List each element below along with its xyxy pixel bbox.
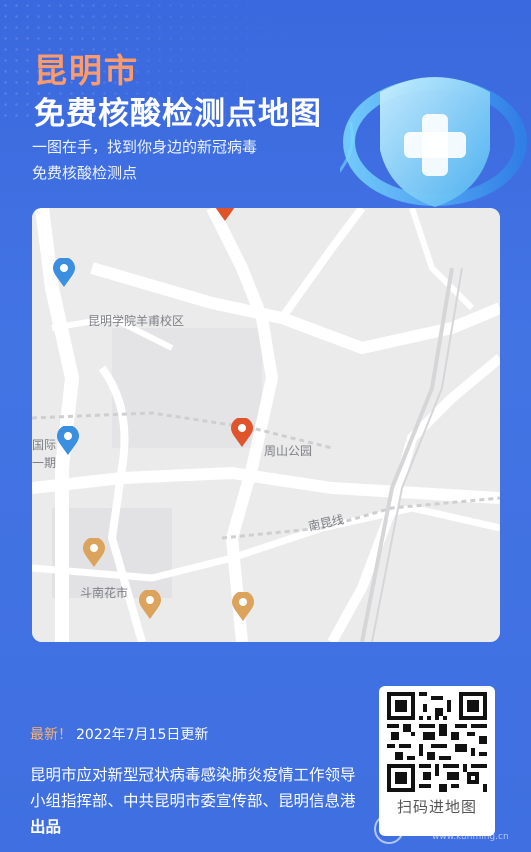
watermark-logo-icon: [374, 814, 404, 844]
credit-text: 昆明市应对新型冠状病毒感染肺炎疫情工作领导小组指挥部、中共昆明市委宣传部、昆明信…: [30, 762, 370, 840]
map-pin-icon[interactable]: [52, 258, 76, 288]
map-label-park: 周山公园: [264, 444, 313, 458]
credit-organizations: 昆明市应对新型冠状病毒感染肺炎疫情工作领导小组指挥部、中共昆明市委宣传部、昆明信…: [30, 766, 356, 810]
credit-suffix: 出品: [30, 818, 62, 836]
map-pin-icon[interactable]: [230, 418, 254, 448]
watermark-url: www.kunming.cn: [432, 832, 509, 842]
map-label-market: 斗南花市: [80, 586, 129, 600]
subtitle-line-1: 一图在手，找到你身边的新冠病毒: [32, 138, 258, 156]
update-date: 2022年7月15日更新: [76, 727, 209, 743]
map-pin-icon[interactable]: [82, 538, 106, 568]
map-pin-icon[interactable]: [138, 590, 162, 620]
city-name: 昆明市: [34, 51, 139, 90]
page-title: 免费核酸检测点地图: [34, 96, 322, 132]
map-label-edge-1: 国际: [32, 438, 57, 452]
qr-code-icon[interactable]: [387, 692, 487, 792]
watermark: 信息港 www.kunming.cn: [372, 810, 530, 848]
map-label-edge-2: 一期: [32, 456, 57, 470]
update-info: 最新！ 2022年7月15日更新: [30, 724, 208, 744]
map-pin-icon[interactable]: [213, 208, 237, 222]
map-pin-icon[interactable]: [231, 592, 255, 622]
update-prefix: 最新！: [30, 727, 72, 743]
medical-cross-icon: [340, 77, 527, 207]
map-label-campus: 昆明学院羊甫校区: [88, 314, 185, 328]
map-pin-icon[interactable]: [56, 426, 80, 456]
map-base: [32, 208, 500, 642]
subtitle-line-2: 免费核酸检测点: [32, 164, 138, 182]
map-view[interactable]: 昆明学院羊甫校区 周山公园 斗南花市 南昆线 国际 一期: [32, 208, 500, 642]
